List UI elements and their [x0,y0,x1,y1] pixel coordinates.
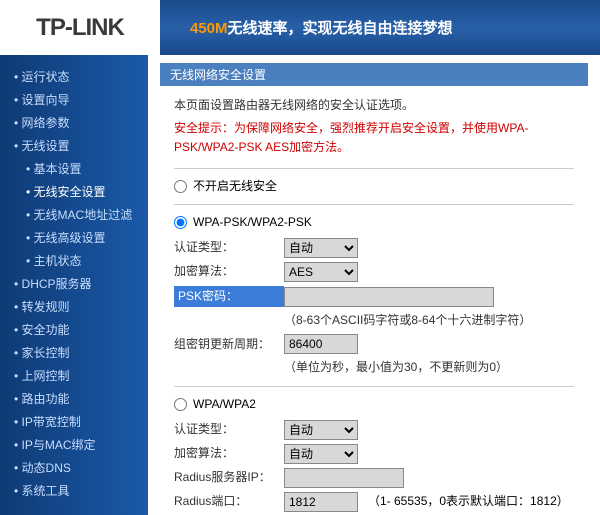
radius-port-input[interactable] [284,492,358,512]
radio-none-label: 不开启无线安全 [193,177,277,196]
sidebar-item-6[interactable]: 无线MAC地址过滤 [0,203,148,226]
divider [174,168,574,169]
auth-label: 认证类型： [174,238,284,257]
radio-none[interactable] [174,180,187,193]
sidebar-item-15[interactable]: IP带宽控制 [0,410,148,433]
sidebar-item-14[interactable]: 路由功能 [0,387,148,410]
sidebar-item-4[interactable]: 基本设置 [0,157,148,180]
sidebar-item-12[interactable]: 家长控制 [0,341,148,364]
auth-select-1[interactable]: 自动 [284,238,358,258]
algo-select-1[interactable]: AES [284,262,358,282]
panel-title: 无线网络安全设置 [160,63,588,86]
radius-ip-input[interactable] [284,468,404,488]
sidebar-item-17[interactable]: 动态DNS [0,456,148,479]
radius-port-hint: （1- 65535，0表示默认端口：1812） [368,492,569,511]
banner-text: 450M无线速率，实现无线自由连接梦想 [190,17,453,38]
content: 无线网络安全设置 本页面设置路由器无线网络的安全认证选项。 安全提示：为保障网络… [148,55,600,515]
security-warning: 安全提示：为保障网络安全，强烈推荐开启安全设置，并使用WPA-PSK/WPA2-… [174,119,574,157]
sidebar-item-11[interactable]: 安全功能 [0,318,148,341]
algo-label: 加密算法： [174,262,284,281]
intro-text: 本页面设置路由器无线网络的安全认证选项。 [174,96,574,115]
algo-label-2: 加密算法： [174,444,284,463]
divider [174,204,574,205]
sidebar-item-2[interactable]: 网络参数 [0,111,148,134]
sidebar-item-1[interactable]: 设置向导 [0,88,148,111]
divider [174,386,574,387]
psk-input[interactable] [284,287,494,307]
sidebar-item-5[interactable]: 无线安全设置 [0,180,148,203]
sidebar-item-18[interactable]: 系统工具 [0,479,148,502]
rekey-input-1[interactable] [284,334,358,354]
radius-port-label: Radius端口： [174,492,284,511]
logo: TP-LINK [0,0,160,55]
sidebar-item-13[interactable]: 上网控制 [0,364,148,387]
radio-wpa[interactable] [174,398,187,411]
auth-label-2: 认证类型： [174,420,284,439]
auth-select-2[interactable]: 自动 [284,420,358,440]
radio-wpa-label: WPA/WPA2 [193,395,256,414]
sidebar-item-10[interactable]: 转发规则 [0,295,148,318]
rekey-hint: （单位为秒，最小值为30，不更新则为0） [284,358,574,377]
logo-text: TP-LINK [36,14,124,42]
sidebar: 运行状态设置向导网络参数无线设置基本设置无线安全设置无线MAC地址过滤无线高级设… [0,55,148,515]
sidebar-item-8[interactable]: 主机状态 [0,249,148,272]
sidebar-item-9[interactable]: DHCP服务器 [0,272,148,295]
radio-wpapsk-label: WPA-PSK/WPA2-PSK [193,213,312,232]
radius-ip-label: Radius服务器IP： [174,468,284,487]
header: TP-LINK 450M无线速率，实现无线自由连接梦想 [0,0,600,55]
sidebar-item-7[interactable]: 无线高级设置 [0,226,148,249]
psk-label: PSK密码： [174,286,284,307]
sidebar-item-0[interactable]: 运行状态 [0,65,148,88]
rekey-label: 组密钥更新周期： [174,335,284,354]
radio-wpapsk[interactable] [174,216,187,229]
sidebar-item-16[interactable]: IP与MAC绑定 [0,433,148,456]
psk-hint: （8-63个ASCII码字符或8-64个十六进制字符） [284,311,574,330]
algo-select-2[interactable]: 自动 [284,444,358,464]
sidebar-item-3[interactable]: 无线设置 [0,134,148,157]
